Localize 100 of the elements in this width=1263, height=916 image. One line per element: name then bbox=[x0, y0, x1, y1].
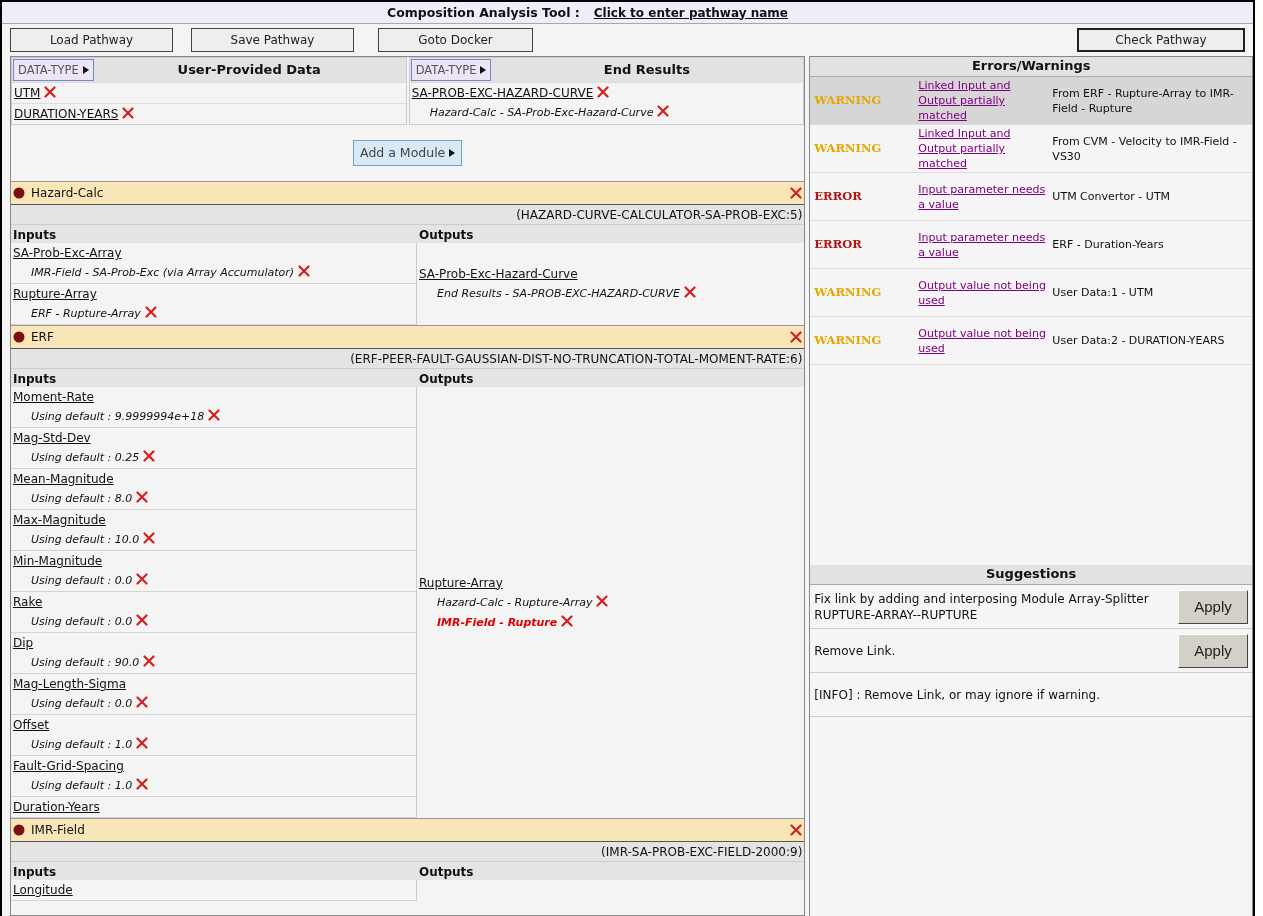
input-name[interactable]: Fault-Grid-Spacing bbox=[13, 759, 124, 773]
remove-icon[interactable] bbox=[596, 594, 609, 607]
severity-label: ERROR bbox=[814, 189, 863, 204]
error-detail: ERF - Duration-Years bbox=[1052, 238, 1164, 251]
section-title: Errors/Warnings bbox=[971, 58, 1091, 73]
apply-button[interactable]: Apply bbox=[1178, 633, 1248, 668]
toolbar-button[interactable]: Load Pathway bbox=[10, 28, 173, 52]
section-title: Suggestions bbox=[986, 566, 1077, 581]
remove-icon[interactable] bbox=[44, 86, 57, 98]
severity-label: ERROR bbox=[814, 237, 863, 252]
remove-icon[interactable] bbox=[136, 614, 149, 626]
column-heading: Outputs bbox=[419, 865, 474, 879]
toolbar-button[interactable]: Save Pathway bbox=[191, 28, 354, 52]
remove-icon[interactable] bbox=[144, 306, 157, 318]
bullet-icon bbox=[13, 331, 25, 343]
link-text: ERF - Rupture-Array bbox=[31, 307, 141, 320]
input-name[interactable]: Offset bbox=[13, 718, 50, 732]
remove-icon[interactable] bbox=[597, 86, 610, 98]
column-heading: Inputs bbox=[13, 372, 57, 386]
remove-icon[interactable] bbox=[136, 573, 149, 585]
link-text: Using default : 0.0 bbox=[31, 697, 133, 710]
input-name[interactable]: Rupture-Array bbox=[13, 287, 97, 301]
caret-icon bbox=[82, 66, 89, 74]
remove-icon[interactable] bbox=[122, 107, 135, 119]
apply-button[interactable]: Apply bbox=[1178, 589, 1248, 624]
error-detail: From ERF - Rupture-Array to IMR-Field - Rupture bbox=[1052, 86, 1234, 115]
module-signature: (ERF-PEER-FAULT-GAUSSIAN-DIST-NO-TRUNCATION-TOTAL-MOMENT-RATE:6) bbox=[350, 352, 803, 366]
suggestion-text: Fix link by adding and interposing Module Array-Splitter RUPTURE-ARRAY--RUPTURE bbox=[814, 590, 1150, 623]
remove-icon[interactable] bbox=[790, 824, 803, 836]
remove-icon[interactable] bbox=[298, 265, 311, 277]
error-row[interactable]: WARNING Linked Input and Output partially matched From CVM - Velocity to IMR-Field - VS30 bbox=[810, 125, 1252, 173]
input-name[interactable]: Rake bbox=[13, 595, 43, 609]
remove-icon[interactable] bbox=[657, 105, 670, 117]
link-text: Using default : 9.9999994e+18 bbox=[31, 410, 205, 423]
input-name[interactable]: Max-Magnitude bbox=[13, 513, 106, 527]
input-name[interactable]: SA-Prob-Exc-Array bbox=[13, 246, 122, 260]
remove-icon[interactable] bbox=[143, 532, 156, 544]
link-text: Using default : 10.0 bbox=[31, 533, 140, 546]
error-detail: User Data:1 - UTM bbox=[1052, 286, 1154, 299]
error-detail: From CVM - Velocity to IMR-Field - VS30 bbox=[1052, 134, 1237, 163]
input-name[interactable]: Longitude bbox=[13, 883, 73, 897]
input-name[interactable]: Duration-Years bbox=[13, 800, 100, 814]
message-link[interactable]: Linked Input and Output partially matched bbox=[918, 126, 1047, 171]
module-signature: (HAZARD-CURVE-CALCULATOR-SA-PROB-EXC:5) bbox=[516, 208, 803, 222]
remove-icon[interactable] bbox=[136, 696, 149, 708]
severity-label: WARNING bbox=[814, 285, 883, 300]
remove-icon[interactable] bbox=[143, 655, 156, 667]
remove-icon[interactable] bbox=[684, 286, 697, 298]
remove-icon[interactable] bbox=[143, 450, 156, 462]
remove-icon[interactable] bbox=[136, 778, 149, 790]
link-text: Hazard-Calc - Rupture-Array bbox=[437, 595, 593, 609]
panel-title: User-Provided Data bbox=[176, 61, 322, 79]
input-name[interactable]: Min-Magnitude bbox=[13, 554, 103, 568]
link-text: End Results - SA-PROB-EXC-HAZARD-CURVE bbox=[437, 287, 681, 300]
output-name[interactable]: SA-Prob-Exc-Hazard-Curve bbox=[419, 267, 578, 281]
input-name[interactable]: Mean-Magnitude bbox=[13, 472, 114, 486]
module-signature: (IMR-SA-PROB-EXC-FIELD-2000:9) bbox=[601, 845, 803, 859]
severity-label: WARNING bbox=[814, 141, 883, 156]
info-text: [INFO] : Remove Link, or may ignore if warning. bbox=[814, 686, 1102, 703]
message-link[interactable]: Input parameter needs a value bbox=[918, 229, 1047, 260]
link-text: IMR-Field - SA-Prob-Exc (via Array Accumulator) bbox=[31, 266, 295, 279]
message-link[interactable]: Linked Input and Output partially matched bbox=[918, 78, 1047, 123]
add-module-button[interactable]: Add a Module bbox=[353, 140, 463, 166]
bullet-icon bbox=[13, 187, 25, 199]
remove-icon[interactable] bbox=[790, 187, 803, 199]
remove-icon[interactable] bbox=[561, 614, 574, 627]
check-pathway-button[interactable]: Check Pathway bbox=[1077, 28, 1245, 52]
input-name[interactable]: Mag-Length-Sigma bbox=[13, 677, 126, 691]
message-link[interactable]: Input parameter needs a value bbox=[918, 181, 1047, 212]
severity-label: WARNING bbox=[814, 93, 883, 108]
link-text: Hazard-Calc - SA-Prob-Exc-Hazard-Curve bbox=[429, 106, 654, 119]
data-type-button[interactable]: DATA-TYPE bbox=[13, 59, 94, 81]
severity-label: WARNING bbox=[814, 333, 883, 348]
input-name[interactable]: Dip bbox=[13, 636, 34, 650]
data-item-name[interactable]: DURATION-YEARS bbox=[14, 107, 119, 121]
link-text: Using default : 0.25 bbox=[31, 451, 140, 464]
input-name[interactable]: Mag-Std-Dev bbox=[13, 431, 91, 445]
column-heading: Inputs bbox=[13, 228, 57, 242]
data-type-button[interactable]: DATA-TYPE bbox=[410, 59, 492, 81]
input-name[interactable]: Moment-Rate bbox=[13, 390, 94, 404]
column-heading: Inputs bbox=[13, 865, 57, 879]
data-item-name[interactable]: SA-PROB-EXC-HAZARD-CURVE bbox=[411, 86, 594, 100]
error-row[interactable]: WARNING Linked Input and Output partially matched From ERF - Rupture-Array to IMR-Field - Rupture bbox=[810, 77, 1252, 125]
link-text: Using default : 90.0 bbox=[31, 656, 140, 669]
caret-icon bbox=[480, 66, 487, 74]
remove-icon[interactable] bbox=[136, 737, 149, 749]
remove-icon[interactable] bbox=[790, 331, 803, 343]
caret-icon bbox=[449, 149, 456, 157]
bullet-icon bbox=[13, 824, 25, 836]
suggestion-text: Remove Link. bbox=[814, 642, 897, 659]
column-heading: Outputs bbox=[419, 228, 474, 242]
data-item-name[interactable]: UTM bbox=[14, 86, 41, 100]
output-name[interactable]: Rupture-Array bbox=[419, 575, 503, 590]
message-link[interactable]: Output value not being used bbox=[918, 325, 1047, 356]
pathway-name-link[interactable]: Click to enter pathway name bbox=[593, 3, 788, 22]
panel-title: End Results bbox=[602, 61, 691, 79]
toolbar-button[interactable]: Goto Docker bbox=[378, 28, 533, 52]
message-link[interactable]: Output value not being used bbox=[918, 277, 1047, 308]
remove-icon[interactable] bbox=[208, 409, 221, 421]
remove-icon[interactable] bbox=[136, 491, 149, 503]
